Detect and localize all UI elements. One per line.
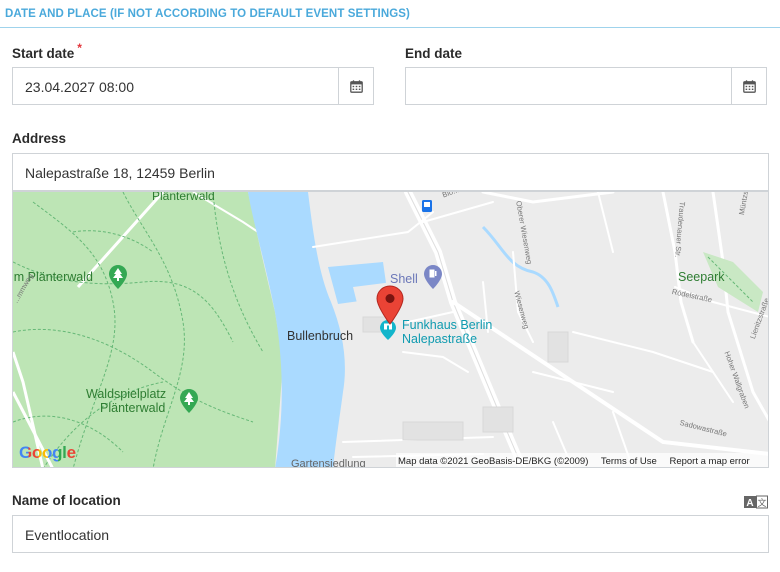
location-name-input[interactable]: Eventlocation bbox=[12, 515, 769, 553]
google-logo: Google bbox=[19, 443, 76, 463]
map-attribution-bar: Map data ©2021 GeoBasis-DE/BKG (©2009) T… bbox=[396, 453, 768, 467]
park-tree-icon bbox=[109, 265, 127, 289]
bus-stop-icon bbox=[422, 200, 432, 212]
start-date-label-text: Start date bbox=[12, 46, 75, 61]
address-label-text: Address bbox=[12, 131, 67, 146]
gas-station-icon bbox=[424, 265, 442, 289]
svg-text:A: A bbox=[746, 498, 753, 509]
start-date-value: 23.04.2027 08:00 bbox=[25, 79, 134, 95]
map-label-seepark: Seepark bbox=[678, 270, 725, 284]
google-logo-text: Google bbox=[19, 443, 76, 462]
map-label-shell: Shell bbox=[390, 272, 418, 286]
terms-of-use-link[interactable]: Terms of Use bbox=[601, 456, 657, 467]
location-name-label-text: Name of location bbox=[12, 493, 121, 508]
map-label-planterwald: Plänterwald bbox=[152, 191, 215, 203]
map-label-gartensiedlung: Gartensiedlung bbox=[291, 458, 366, 468]
address-input[interactable]: Nalepastraße 18, 12459 Berlin bbox=[12, 153, 769, 191]
map-label-waldspielplatz: Waldspielplatz bbox=[86, 387, 167, 401]
translate-icon[interactable]: A 文 bbox=[744, 495, 768, 509]
address-value: Nalepastraße 18, 12459 Berlin bbox=[25, 165, 215, 181]
end-date-input[interactable] bbox=[405, 67, 732, 105]
park-tree-icon bbox=[180, 389, 198, 413]
svg-text:文: 文 bbox=[757, 497, 766, 509]
calendar-icon bbox=[742, 79, 756, 93]
address-label: Address bbox=[12, 131, 66, 146]
location-pin-icon[interactable] bbox=[376, 285, 404, 325]
section-header: DATE AND PLACE (IF NOT ACCORDING TO DEFA… bbox=[0, 0, 780, 28]
map-label-waldspielplatz-2: Plänterwald bbox=[100, 401, 166, 415]
start-date-label: Start date * bbox=[12, 41, 82, 61]
location-name-value: Eventlocation bbox=[25, 527, 110, 543]
section-title: DATE AND PLACE (IF NOT ACCORDING TO DEFA… bbox=[5, 8, 410, 20]
end-date-calendar-button[interactable] bbox=[731, 67, 767, 105]
start-date-calendar-button[interactable] bbox=[338, 67, 374, 105]
location-name-label: Name of location bbox=[12, 493, 121, 508]
end-date-label: End date bbox=[405, 46, 462, 61]
calendar-icon bbox=[349, 79, 363, 93]
required-marker: * bbox=[77, 41, 82, 55]
map-label-funkhaus: Funkhaus Berlin bbox=[402, 318, 493, 332]
end-date-label-text: End date bbox=[405, 46, 463, 61]
map-label-funkhaus-2: Nalepastraße bbox=[402, 332, 478, 346]
start-date-input[interactable]: 23.04.2027 08:00 bbox=[12, 67, 339, 105]
report-map-error-link[interactable]: Report a map error bbox=[669, 456, 749, 467]
map-label-bullenbruch: Bullenbruch bbox=[287, 329, 354, 343]
map-data-attribution: Map data ©2021 GeoBasis-DE/BKG (©2009) bbox=[398, 456, 589, 467]
location-map[interactable]: Plänterwald im Plänterwald Waldspielplat… bbox=[12, 191, 769, 468]
